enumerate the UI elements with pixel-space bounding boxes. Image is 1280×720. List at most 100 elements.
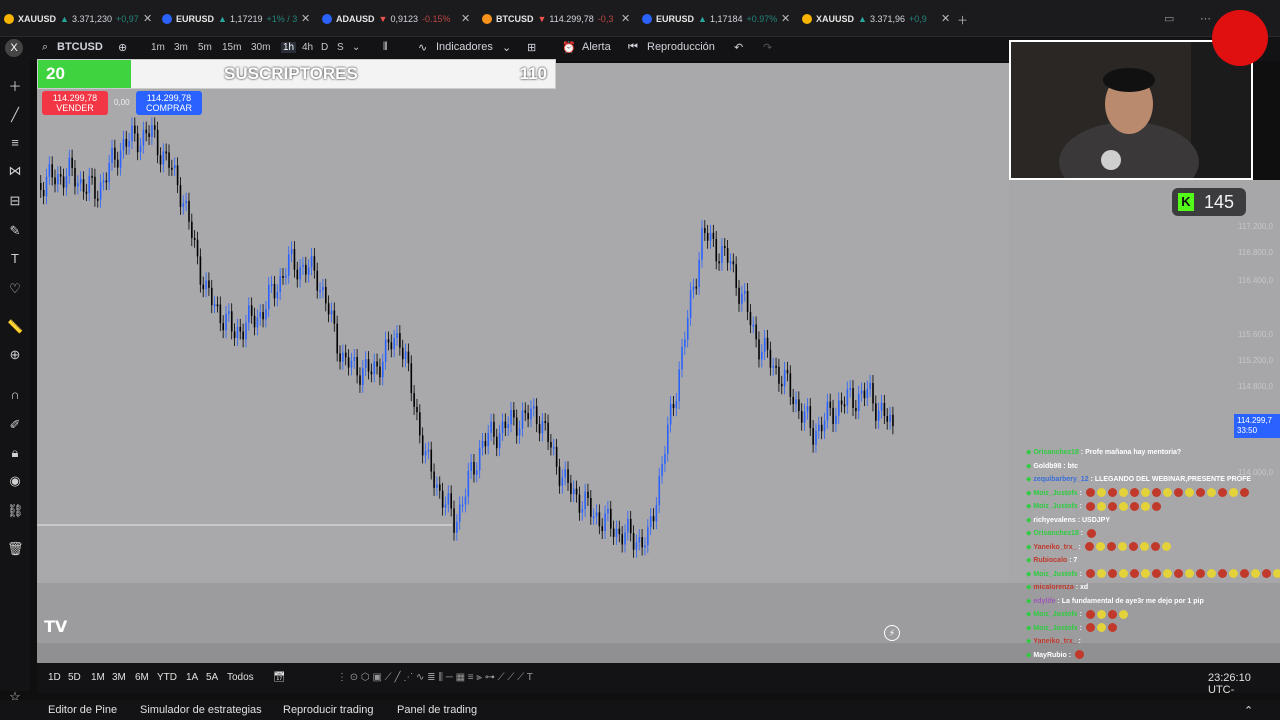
close-tab-icon[interactable]: ✕ xyxy=(461,12,470,25)
layout-icon[interactable]: ▭ xyxy=(1164,12,1174,25)
close-tab-icon[interactable]: ✕ xyxy=(781,12,790,25)
chevron-down-icon[interactable]: ⌄ xyxy=(502,41,511,54)
range-3m[interactable]: 3M xyxy=(112,672,126,683)
add-symbol-icon[interactable]: ⊕ xyxy=(118,41,127,54)
fib-icon[interactable]: ≡ xyxy=(7,135,23,151)
bottom-tab-3[interactable]: Panel de trading xyxy=(397,704,477,716)
crosshair-icon[interactable]: ＋ xyxy=(7,79,23,95)
subscriber-label: SUSCRIPTORES xyxy=(224,64,358,83)
candle-body xyxy=(621,534,623,545)
candle-body xyxy=(265,309,267,320)
range-5a[interactable]: 5A xyxy=(206,672,218,683)
close-tab-icon[interactable]: ✕ xyxy=(143,12,152,25)
chevron-up-icon[interactable]: ⌃ xyxy=(1244,704,1253,717)
candle-body xyxy=(384,339,387,362)
close-tab-icon[interactable]: ✕ xyxy=(941,12,950,25)
eye-icon[interactable]: ◉ xyxy=(7,473,23,489)
candle-body xyxy=(595,512,598,517)
buy-button[interactable]: 114.299,78 COMPRAR xyxy=(136,91,202,115)
interval-d[interactable]: D xyxy=(321,42,328,53)
interval-5m[interactable]: 5m xyxy=(198,42,212,53)
trendline-icon[interactable]: ╱ xyxy=(7,107,23,123)
indicators-icon[interactable]: ∿ xyxy=(418,41,427,54)
brush-icon[interactable]: ✎ xyxy=(7,223,23,239)
lightning-icon[interactable]: ⚡︎ xyxy=(884,625,900,641)
emote-icon xyxy=(1095,542,1105,552)
candle-body xyxy=(667,424,669,454)
zoom-icon[interactable]: ⊕ xyxy=(7,347,23,363)
interval-chevron-icon[interactable]: ⌄ xyxy=(352,42,360,53)
candle-body xyxy=(439,484,441,491)
candle-body xyxy=(239,326,242,332)
sell-button[interactable]: 114.299,78 VENDER xyxy=(42,91,108,115)
candle-body xyxy=(350,360,353,368)
range-6m[interactable]: 6M xyxy=(135,672,149,683)
utc-clock[interactable]: 23:26:10 UTC- xyxy=(1208,672,1280,696)
date-range-icon[interactable]: 📅︎ xyxy=(273,672,286,683)
alert-icon[interactable]: ⏰ xyxy=(562,41,576,54)
text-icon[interactable]: T xyxy=(7,251,23,267)
close-tab-icon[interactable]: ✕ xyxy=(621,12,630,25)
link-icon[interactable]: ⛓︎ xyxy=(7,503,24,519)
symbol-search[interactable]: BTCUSD xyxy=(57,41,103,53)
bottom-tab-0[interactable]: Editor de Pine xyxy=(48,704,117,716)
candle-body xyxy=(533,406,535,409)
tab-change: +1% / 3 xyxy=(266,14,298,24)
candle-body xyxy=(866,388,869,399)
bottom-tab-2[interactable]: Reproducir trading xyxy=(283,704,374,716)
replay-button[interactable]: Reproducción xyxy=(647,41,715,53)
candle-body xyxy=(453,508,455,533)
interval-s[interactable]: S xyxy=(337,42,344,53)
chat-separator: : xyxy=(1077,611,1084,618)
candle-body xyxy=(558,466,561,486)
heart-icon[interactable]: ♡ xyxy=(7,281,23,297)
undo-icon[interactable]: ↶ xyxy=(734,41,743,54)
magnet-icon[interactable]: ∩ xyxy=(7,387,23,403)
lock-icon[interactable]: 🔒︎ xyxy=(7,445,23,461)
replay-icon[interactable]: ⏮ xyxy=(628,41,638,54)
range-1d[interactable]: 1D xyxy=(48,672,61,683)
new-tab-icon[interactable]: ＋ xyxy=(957,12,968,28)
range-todos[interactable]: Todos xyxy=(227,672,254,683)
tab-xauusd-0[interactable]: XAUUSD ▲ 3.371,230 +0,97 xyxy=(4,8,150,30)
range-ytd[interactable]: YTD xyxy=(157,672,177,683)
tab-btcusd-3[interactable]: BTCUSD ▼ 114.299,78 -0,3 xyxy=(482,8,628,30)
search-icon[interactable]: ⌕ xyxy=(42,41,48,54)
tab-eurusd-4[interactable]: EURUSD ▲ 1,17184 +0.97% xyxy=(642,8,788,30)
indicators-button[interactable]: Indicadores xyxy=(436,41,493,53)
more-icon[interactable]: ⋯ xyxy=(1200,12,1211,25)
pattern-icon[interactable]: ⋈ xyxy=(7,163,23,179)
tab-eurusd-1[interactable]: EURUSD ▲ 1,17219 +1% / 3 xyxy=(162,8,308,30)
chat-user: Yaneiko_trx_ xyxy=(1033,543,1077,551)
price-chart[interactable] xyxy=(37,63,1009,583)
bottom-tab-1[interactable]: Simulador de estrategias xyxy=(140,704,262,716)
interval-30m[interactable]: 30m xyxy=(251,42,270,53)
range-1a[interactable]: 1A xyxy=(186,672,198,683)
tab-adausd-2[interactable]: ADAUSD ▼ 0,9123 -0.15% xyxy=(322,8,468,30)
candle-body xyxy=(772,365,775,368)
tab-symbol: XAUUSD xyxy=(18,14,57,24)
trash-icon[interactable]: 🗑︎ xyxy=(7,541,24,557)
range-1m[interactable]: 1M xyxy=(91,672,105,683)
interval-1m[interactable]: 1m xyxy=(151,42,165,53)
tab-xauusd-5[interactable]: XAUUSD ▲ 3.371,96 +0,9 xyxy=(802,8,948,30)
candle-body xyxy=(855,408,857,412)
ruler-icon[interactable]: 📏 xyxy=(7,319,23,335)
pencil-lock-icon[interactable]: ✐ xyxy=(7,417,23,433)
emote-icon xyxy=(1184,569,1194,579)
close-tab-icon[interactable]: ✕ xyxy=(301,12,310,25)
avatar[interactable]: X xyxy=(5,39,23,57)
emote-icon xyxy=(1085,623,1095,633)
interval-15m[interactable]: 15m xyxy=(222,42,241,53)
candle-body xyxy=(450,493,452,509)
interval-4h[interactable]: 4h xyxy=(302,42,313,53)
bar-style-icon[interactable]: ⫴ xyxy=(383,41,388,54)
emote-icon xyxy=(1087,528,1097,538)
interval-1h[interactable]: 1h xyxy=(281,42,297,53)
templates-icon[interactable]: ⊞ xyxy=(527,41,536,54)
redo-icon[interactable]: ↷ xyxy=(763,41,772,54)
interval-3m[interactable]: 3m xyxy=(174,42,188,53)
alert-button[interactable]: Alerta xyxy=(582,41,611,53)
range-5d[interactable]: 5D xyxy=(68,672,81,683)
projection-icon[interactable]: ⊟ xyxy=(7,193,23,209)
